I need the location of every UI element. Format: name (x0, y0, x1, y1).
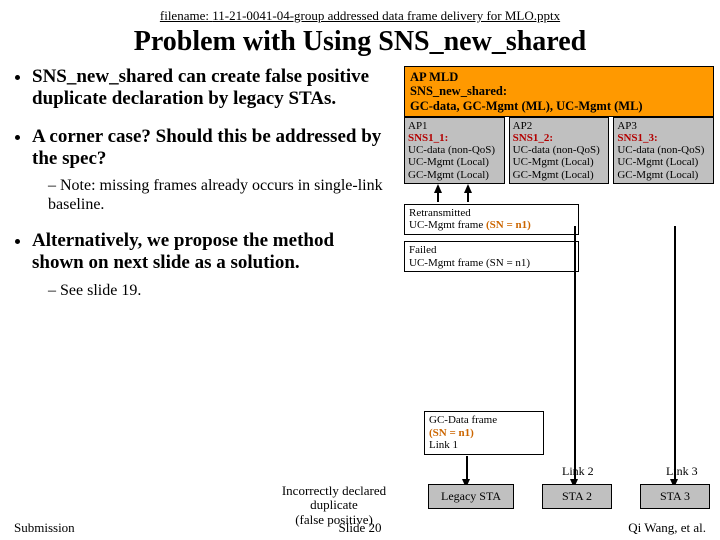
retransmitted-box: Retransmitted UC-Mgmt frame (SN = n1) (404, 204, 579, 235)
body-area: SNS_new_shared can create false positive… (14, 66, 706, 496)
bullet-3: Alternatively, we propose the method sho… (32, 230, 384, 300)
failed-sn: (SN = n1) (486, 257, 530, 269)
link2-line (574, 226, 576, 482)
retrans-sn: (SN = n1) (486, 219, 531, 231)
arrow-up-icon-2 (464, 184, 472, 193)
left-column: SNS_new_shared can create false positive… (14, 66, 384, 316)
retrans-l2: UC-Mgmt frame (409, 219, 486, 231)
failed-box: Failed UC-Mgmt frame (SN = n1) (404, 241, 579, 272)
link2-label: Link 2 (562, 464, 594, 479)
footer: Submission Slide 20 Qi Wang, et al. (14, 520, 706, 536)
apmld-line2: SNS_new_shared: (410, 84, 708, 98)
ap1-sns: SNS1_1: (408, 132, 501, 144)
apmld-line1: AP MLD (410, 70, 708, 84)
ap2-sns: SNS1_2: (513, 132, 606, 144)
sta2-box: STA 2 (542, 484, 612, 509)
ap2-rest: UC-data (non-QoS) UC-Mgmt (Local) GC-Mgm… (513, 144, 606, 180)
gcdata-box: GC-Data frame (SN = n1) Link 1 (424, 411, 544, 455)
ap1-num: AP1 (408, 120, 501, 132)
arrows-up-row (404, 184, 714, 202)
right-column: AP MLD SNS_new_shared: GC-data, GC-Mgmt … (404, 66, 714, 272)
ap-box-2: AP2 SNS1_2: UC-data (non-QoS) UC-Mgmt (L… (509, 117, 610, 183)
bullet-2-sub-1: Note: missing frames already occurs in s… (48, 177, 384, 214)
failed-l2: UC-Mgmt frame (409, 257, 486, 269)
fp-l2: duplicate (254, 498, 414, 512)
bullet-3-text: Alternatively, we propose the method sho… (32, 230, 334, 273)
filename-label: filename: (160, 8, 209, 23)
arrow-stem-2 (467, 193, 469, 202)
ap3-sns: SNS1_3: (617, 132, 710, 144)
retrans-l1: Retransmitted (409, 207, 574, 220)
footer-right: Qi Wang, et al. (628, 520, 706, 536)
ap-box-3: AP3 SNS1_3: UC-data (non-QoS) UC-Mgmt (L… (613, 117, 714, 183)
filename-row: filename: 11-21-0041-04-group addressed … (14, 8, 706, 24)
bullet-3-sub: See slide 19. (32, 282, 384, 300)
gcdata-link: Link 1 (429, 439, 539, 452)
gcdata-l1: GC-Data frame (429, 414, 539, 427)
ap-box-1: AP1 SNS1_1: UC-data (non-QoS) UC-Mgmt (L… (404, 117, 505, 183)
slide-container: filename: 11-21-0041-04-group addressed … (0, 0, 720, 540)
ap1-rest: UC-data (non-QoS) UC-Mgmt (Local) GC-Mgm… (408, 144, 501, 180)
link3-label: Link 3 (666, 464, 698, 479)
bullet-1: SNS_new_shared can create false positive… (32, 66, 384, 110)
bullet-list: SNS_new_shared can create false positive… (14, 66, 384, 300)
arrow-stem-1 (437, 193, 439, 202)
ap3-rest: UC-data (non-QoS) UC-Mgmt (Local) GC-Mgm… (617, 144, 710, 180)
footer-left: Submission (14, 520, 75, 536)
arrow-up-icon-1 (434, 184, 442, 193)
ap2-num: AP2 (513, 120, 606, 132)
gcdata-sn: (SN = n1) (429, 427, 539, 440)
apmld-line3: GC-data, GC-Mgmt (ML), UC-Mgmt (ML) (410, 99, 708, 113)
ap-row: AP1 SNS1_1: UC-data (non-QoS) UC-Mgmt (L… (404, 117, 714, 183)
sta-legacy-box: Legacy STA (428, 484, 514, 509)
failed-l1: Failed (409, 244, 574, 257)
filename-value: 11-21-0041-04-group addressed data frame… (212, 8, 560, 23)
link3-line (674, 226, 676, 482)
bullet-2-text: A corner case? Should this be addressed … (32, 126, 381, 169)
bullet-3-sub-1: See slide 19. (48, 282, 384, 300)
bullet-2-sub: Note: missing frames already occurs in s… (32, 177, 384, 214)
footer-mid: Slide 20 (339, 520, 382, 536)
fp-l1: Incorrectly declared (254, 484, 414, 498)
ap3-num: AP3 (617, 120, 710, 132)
bullet-2: A corner case? Should this be addressed … (32, 126, 384, 214)
slide-title: Problem with Using SNS_new_shared (14, 26, 706, 58)
ap-mld-box: AP MLD SNS_new_shared: GC-data, GC-Mgmt … (404, 66, 714, 117)
sta3-box: STA 3 (640, 484, 710, 509)
